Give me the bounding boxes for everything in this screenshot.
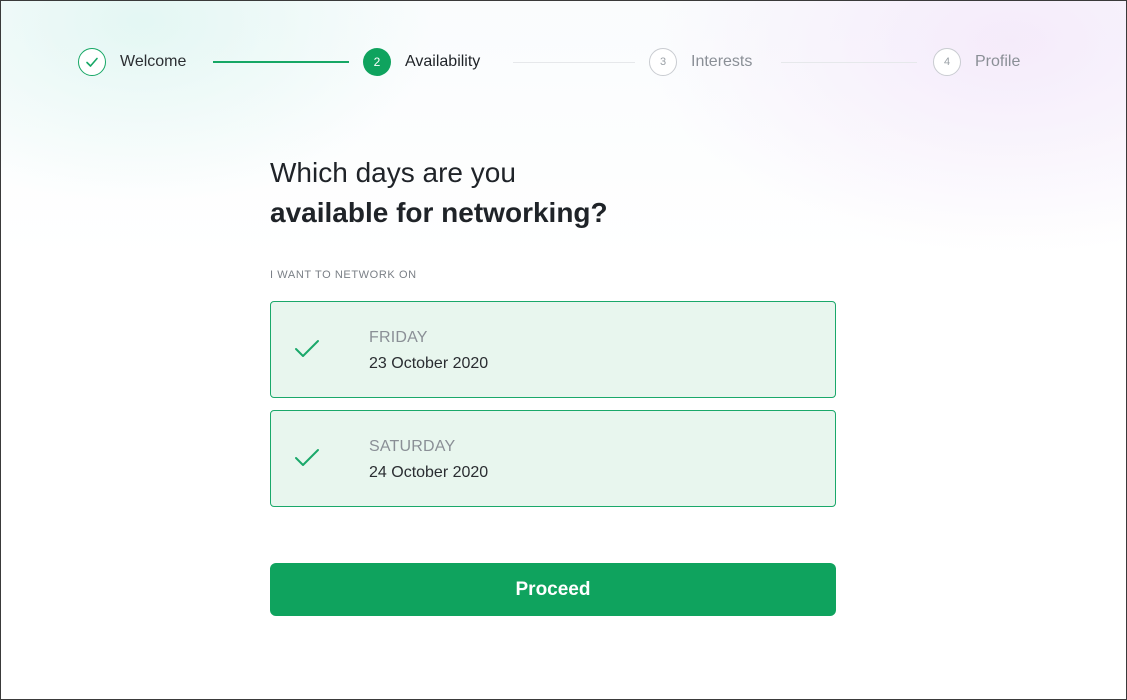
step-interests-label: Interests — [691, 53, 753, 70]
step-availability[interactable]: 2 Availability — [363, 48, 480, 76]
day-option-saturday[interactable]: SATURDAY 24 October 2020 — [270, 410, 836, 507]
onboarding-window: Welcome 2 Availability 3 Interests 4 Pro… — [0, 0, 1127, 700]
step-welcome[interactable]: Welcome — [78, 48, 186, 76]
step-availability-label: Availability — [405, 53, 481, 70]
step-profile[interactable]: 4 Profile — [933, 48, 1020, 76]
page-title-line2: available for networking? — [270, 197, 608, 228]
step-interests-number: 3 — [649, 48, 677, 76]
step-profile-number: 4 — [933, 48, 961, 76]
network-on-label: I WANT TO NETWORK ON — [270, 269, 417, 281]
day-date: 23 October 2020 — [369, 355, 489, 372]
check-icon — [86, 57, 98, 67]
proceed-button[interactable]: Proceed — [270, 563, 836, 616]
checkmark-icon — [295, 340, 319, 357]
step-profile-label: Profile — [975, 53, 1021, 70]
day-name: FRIDAY — [369, 329, 428, 346]
step-welcome-circle — [78, 48, 106, 76]
day-option-friday[interactable]: FRIDAY 23 October 2020 — [270, 301, 836, 398]
step-availability-number: 2 — [363, 48, 391, 76]
step-connector-3 — [781, 62, 917, 63]
page-title: Which days are you available for network… — [270, 154, 830, 234]
day-date: 24 October 2020 — [369, 464, 489, 481]
step-connector-1 — [213, 61, 349, 63]
progress-stepper: Welcome 2 Availability 3 Interests 4 Pro… — [1, 1, 1126, 121]
step-connector-2 — [513, 62, 635, 63]
day-name: SATURDAY — [369, 438, 456, 455]
step-welcome-label: Welcome — [120, 53, 187, 70]
checkmark-icon — [295, 449, 319, 466]
step-interests[interactable]: 3 Interests — [649, 48, 752, 76]
page-title-line1: Which days are you — [270, 157, 516, 188]
